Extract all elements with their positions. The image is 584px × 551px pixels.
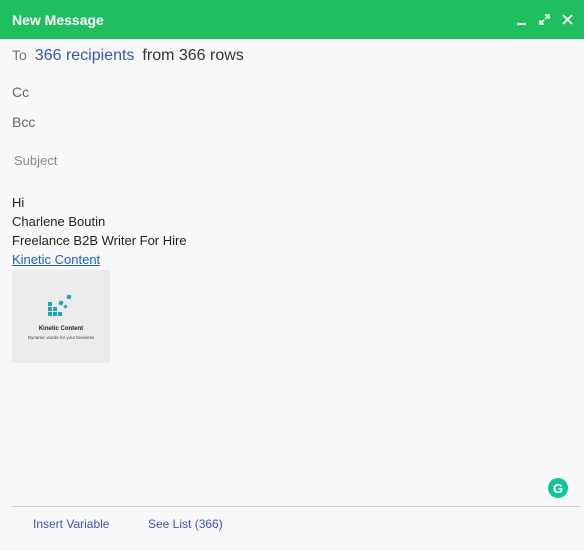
to-label: To (12, 47, 27, 63)
recipients-link[interactable]: 366 recipients (35, 47, 135, 65)
logo-tagline: Dynamic words for your business (27, 335, 95, 340)
minimize-icon[interactable] (515, 13, 528, 26)
grammarly-icon[interactable]: G (548, 478, 568, 498)
company-logo: Kinetic Content Dynamic words for your b… (12, 270, 110, 363)
compose-titlebar: New Message (0, 0, 584, 39)
body-line-greeting: Hi (12, 195, 25, 210)
subject-input[interactable] (12, 150, 572, 170)
cc-field[interactable]: Cc (12, 84, 29, 100)
expand-icon[interactable] (538, 13, 551, 26)
company-link[interactable]: Kinetic Content (12, 250, 187, 269)
see-list-button[interactable]: See List (366) (148, 517, 223, 531)
kinetic-logo-icon (48, 294, 72, 316)
body-line-title: Freelance B2B Writer For Hire (12, 233, 187, 248)
logo-name: Kinetic Content (38, 326, 84, 332)
bcc-field[interactable]: Bcc (12, 114, 35, 130)
close-icon[interactable] (561, 13, 574, 26)
recipients-source: from 366 rows (142, 47, 244, 64)
footer-divider (12, 506, 580, 507)
window-controls (515, 13, 574, 26)
window-title: New Message (12, 11, 104, 28)
insert-variable-button[interactable]: Insert Variable (33, 517, 109, 531)
to-field: To 366 recipients from 366 rows (12, 47, 244, 65)
body-line-name: Charlene Boutin (12, 214, 106, 229)
message-body[interactable]: Hi Charlene Boutin Freelance B2B Writer … (12, 193, 187, 269)
